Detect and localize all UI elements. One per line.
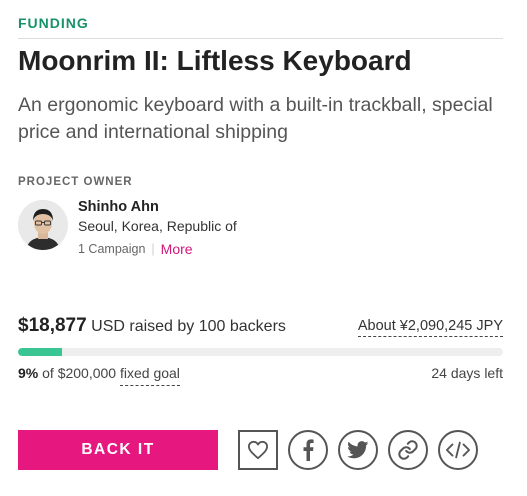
raised-amount: $18,877: [18, 315, 87, 336]
raised-description: USD raised by 100 backers: [91, 318, 286, 335]
embed-button[interactable]: [438, 430, 478, 470]
divider: [18, 38, 503, 39]
currency-conversion[interactable]: About ¥2,090,245 JPY: [357, 318, 503, 337]
funding-progress-fill: [18, 348, 62, 356]
meta-separator: |: [151, 242, 155, 256]
copy-link-button[interactable]: [388, 430, 428, 470]
link-icon: [397, 439, 419, 461]
heart-icon: [247, 440, 269, 460]
follow-button[interactable]: [238, 430, 278, 470]
funds-raised: $18,877 USD raised by 100 backers: [18, 315, 286, 337]
goal-amount: of $200,000: [42, 365, 117, 381]
page-title: Moonrim II: Liftless Keyboard: [18, 45, 412, 76]
avatar[interactable]: [18, 200, 68, 250]
owner-name[interactable]: Shinho Ahn: [78, 199, 159, 215]
owner-location: Seoul, Korea, Republic of: [78, 218, 237, 234]
back-it-button[interactable]: BACK IT: [18, 430, 218, 470]
goal-summary: 9% of $200,000 fixed goal: [18, 365, 180, 386]
embed-code-icon: [446, 441, 470, 459]
share-twitter-button[interactable]: [338, 430, 378, 470]
days-left: 24 days left: [431, 365, 503, 381]
share-facebook-button[interactable]: [288, 430, 328, 470]
avatar-photo: [18, 200, 68, 250]
project-owner-heading: PROJECT OWNER: [18, 176, 133, 188]
campaign-count: 1 Campaign: [78, 242, 146, 256]
owner-meta: 1 Campaign | More: [78, 241, 193, 257]
campaign-status: FUNDING: [18, 15, 89, 31]
project-subtitle: An ergonomic keyboard with a built-in tr…: [18, 94, 493, 143]
fixed-goal-info[interactable]: fixed goal: [119, 365, 180, 386]
percent-funded: 9%: [18, 365, 39, 381]
owner-more-link[interactable]: More: [161, 241, 193, 257]
twitter-icon: [347, 441, 369, 459]
facebook-icon: [302, 439, 314, 461]
funding-progress-bar: [18, 348, 503, 356]
